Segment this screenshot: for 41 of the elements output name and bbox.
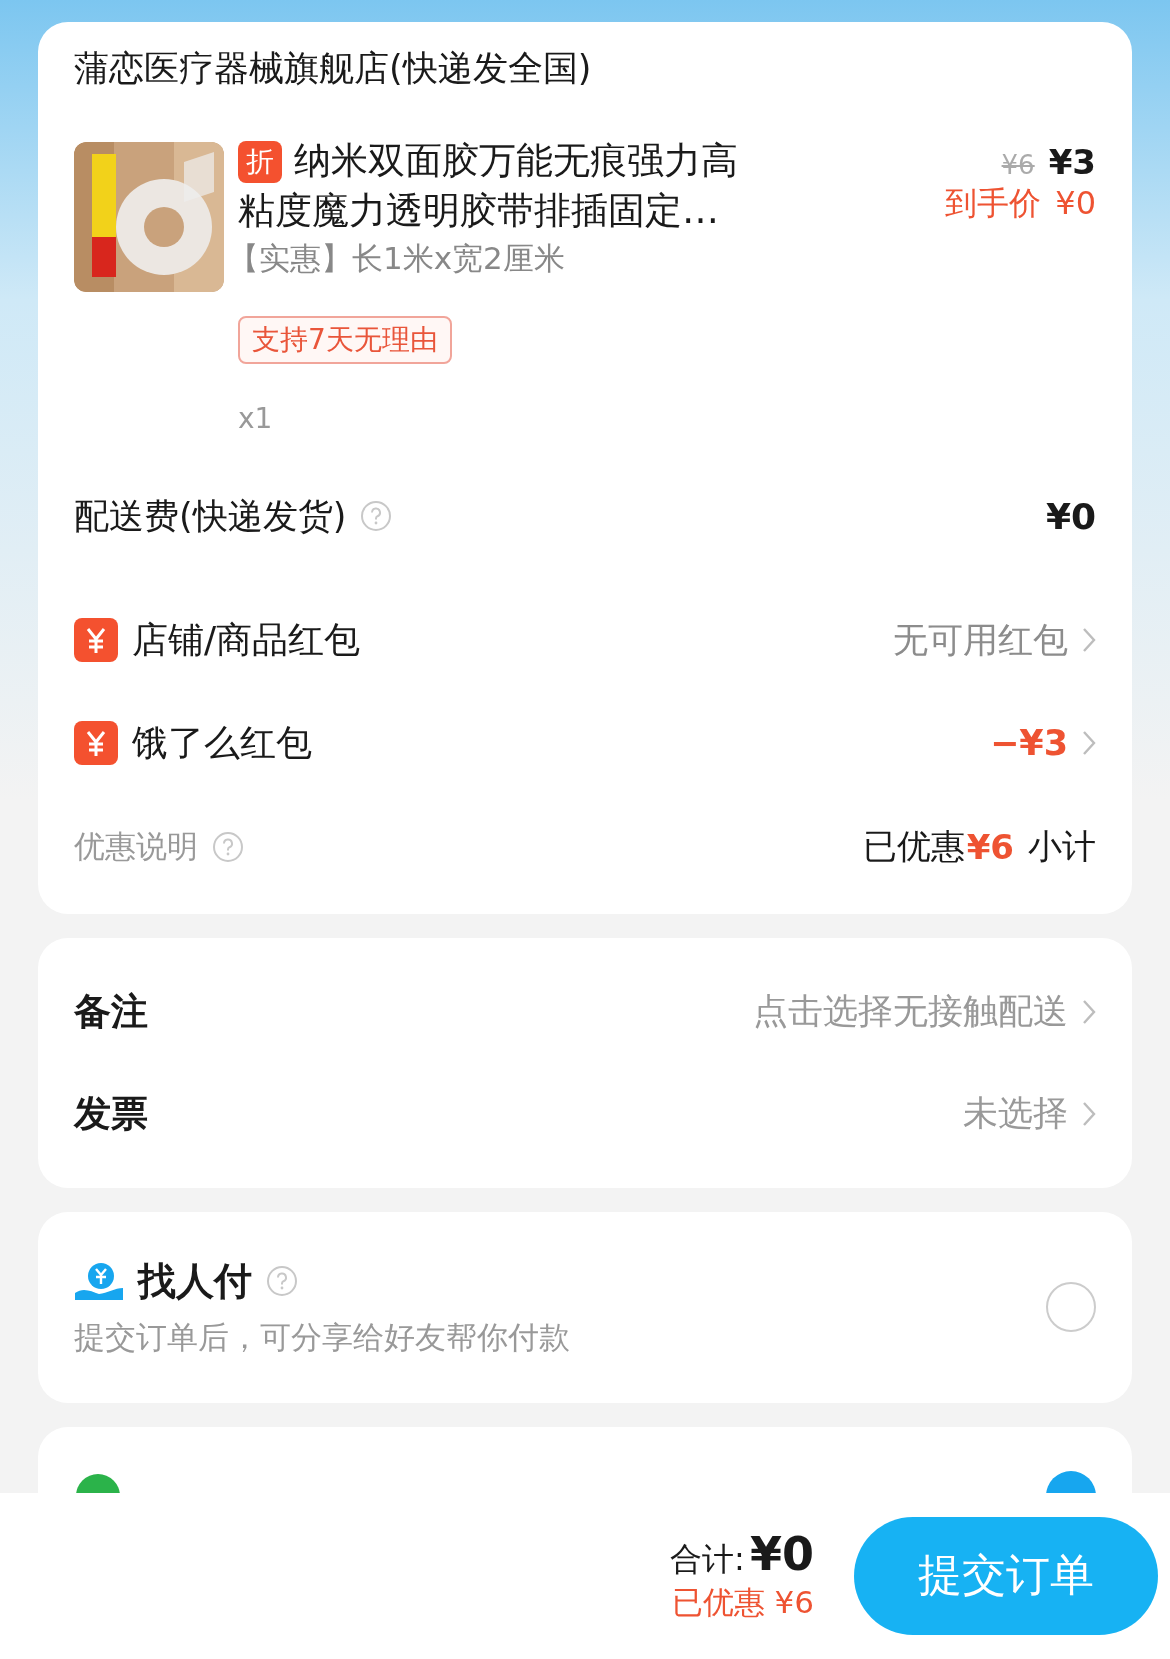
product-spec: 【实惠】长1米x宽2厘米 [228, 238, 566, 278]
coupon-icon [74, 721, 118, 765]
pay-for-me-title: 找人付 [138, 1257, 252, 1305]
original-price: ¥6 [1001, 149, 1035, 180]
delivery-fee: ¥0 [1045, 495, 1096, 537]
total-label: 合计: [670, 1540, 745, 1579]
discount-note[interactable]: 优惠说明 [74, 825, 198, 868]
coupon-value[interactable]: 无可用红包 [893, 616, 1068, 664]
final-price: ¥0 [1055, 183, 1096, 222]
option-label: 发票 [74, 1090, 149, 1137]
chevron-right-icon [1082, 1100, 1096, 1127]
return-policy-tag: 支持7天无理由 [238, 315, 452, 364]
final-price-label: 到手价 [945, 182, 1042, 224]
subtotal-label: 小计 [1028, 824, 1096, 868]
coupon-value[interactable]: −¥3 [989, 723, 1068, 763]
quantity: x1 [238, 401, 274, 435]
delivery-fee-label: 配送费(快递发货) [74, 494, 347, 538]
product-title[interactable]: 折 纳米双面胶万能无痕强力高粘度魔力透明胶带排插固定… [238, 135, 768, 236]
coupon-label: 店铺/商品红包 [132, 617, 362, 662]
radio-button[interactable] [1046, 1282, 1096, 1332]
help-icon[interactable] [266, 1265, 298, 1297]
chevron-right-icon [1082, 998, 1096, 1025]
discount-badge: 折 [238, 140, 282, 183]
help-icon[interactable] [360, 500, 393, 532]
option-label: 备注 [74, 988, 149, 1035]
saved-amount: ¥6 [966, 826, 1014, 867]
pay-for-me-description: 提交订单后，可分享给好友帮你付款 [74, 1317, 571, 1357]
help-icon[interactable] [212, 830, 244, 863]
coupon-label: 饿了么红包 [132, 720, 313, 765]
option-value[interactable]: 点击选择无接触配送 [753, 988, 1068, 1035]
option-value[interactable]: 未选择 [963, 1090, 1068, 1137]
saved-label: 已优惠 [862, 824, 965, 868]
hand-coin-icon [74, 1261, 124, 1301]
coupon-icon [74, 618, 118, 662]
store-name[interactable]: 蒲恋医疗器械旗舰店(快递发全国) [74, 46, 1096, 92]
submit-order-button[interactable]: 提交订单 [854, 1516, 1158, 1635]
total-amount: ¥0 [750, 1527, 814, 1582]
chevron-right-icon [1082, 730, 1096, 756]
price: ¥3 [1048, 141, 1096, 182]
chevron-right-icon [1082, 627, 1096, 653]
total-saved: 已优惠 ¥6 [670, 1583, 814, 1623]
